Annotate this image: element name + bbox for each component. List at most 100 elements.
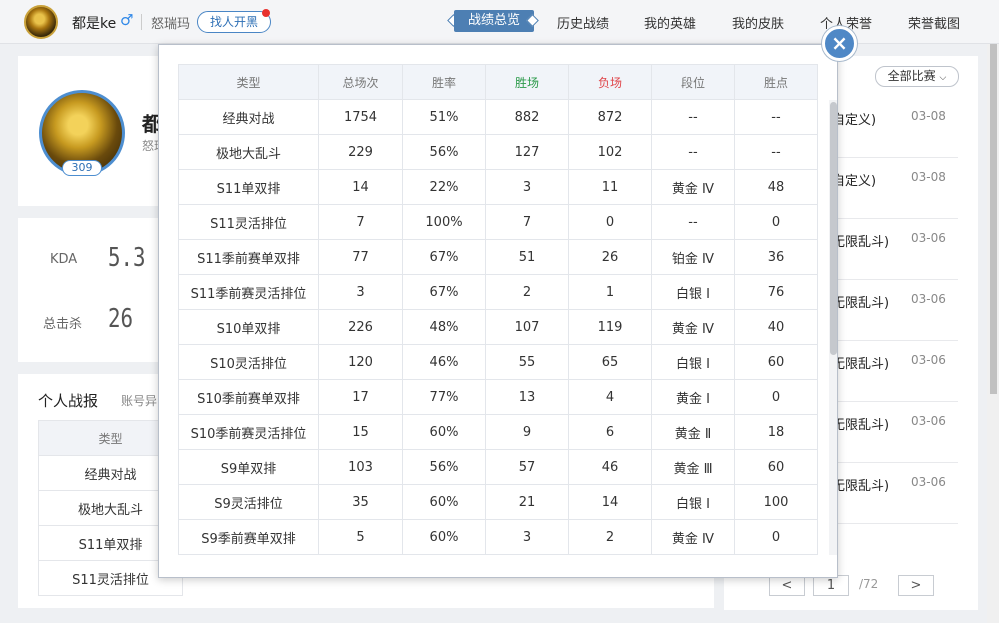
tab-history[interactable]: 历史战绩 <box>557 13 609 32</box>
table-cell: 46% <box>402 344 486 380</box>
find-teammate-button[interactable]: 找人开黑 <box>197 11 271 33</box>
page-scrollbar-thumb[interactable] <box>990 44 997 394</box>
user-avatar[interactable] <box>24 5 58 39</box>
table-cell: 黄金 Ⅰ <box>651 379 735 415</box>
table-row: S11单双排 14 22% 3 11 黄金 Ⅳ 48 <box>178 169 818 205</box>
table-cell: 100 <box>734 484 818 520</box>
column-header: 胜场 <box>485 64 569 100</box>
table-cell: 1 <box>568 274 652 310</box>
column-header: 段位 <box>651 64 735 100</box>
page-number-input[interactable]: 1 <box>813 575 849 596</box>
table-cell: 127 <box>485 134 569 170</box>
column-header: 胜点 <box>734 64 818 100</box>
table-cell: S11单双排 <box>178 169 319 205</box>
user-name[interactable]: 都是ke <box>72 13 116 33</box>
match-date: 03-06 <box>911 475 946 489</box>
level-badge: 309 <box>62 160 102 176</box>
table-cell: 60% <box>402 484 486 520</box>
table-cell: 经典对战 <box>178 99 319 135</box>
table-cell: 226 <box>318 309 403 345</box>
match-date: 03-06 <box>911 353 946 367</box>
record-table: 类型 总场次 胜率 胜场 负场 段位 胜点 经典对战 1754 51% 882 872 -- -- 极地大乱… <box>178 64 818 555</box>
table-cell: 56% <box>402 449 486 485</box>
kda-label: KDA <box>50 252 78 267</box>
table-cell: -- <box>651 99 735 135</box>
table-cell: 107 <box>485 309 569 345</box>
close-icon[interactable]: × <box>822 26 857 61</box>
table-cell: 48% <box>402 309 486 345</box>
match-date: 03-06 <box>911 231 946 245</box>
column-header: 类型 <box>178 64 319 100</box>
modal-scrollbar-thumb[interactable] <box>830 102 837 355</box>
total-kills-value: 26 <box>108 304 134 334</box>
table-row: 极地大乱斗 229 56% 127 102 -- -- <box>178 134 818 170</box>
table-cell: 白银 Ⅰ <box>651 274 735 310</box>
table-cell: 2 <box>568 519 652 555</box>
tab-my-heroes[interactable]: 我的英雄 <box>644 13 696 32</box>
tab-record-overview[interactable]: 战绩总览 <box>454 10 535 32</box>
table-row: S10季前赛灵活排位 15 60% 9 6 黄金 Ⅱ 18 <box>178 414 818 450</box>
table-cell: 57 <box>485 449 569 485</box>
table-row: S11季前赛灵活排位 3 67% 2 1 白银 Ⅰ 76 <box>178 274 818 310</box>
column-header: 总场次 <box>318 64 403 100</box>
table-cell: 36 <box>734 239 818 275</box>
table-cell: 黄金 Ⅳ <box>651 519 735 555</box>
table-cell: 7 <box>318 204 403 240</box>
tab-honor-screenshots[interactable]: 荣誉截图 <box>908 13 960 32</box>
table-cell: 3 <box>318 274 403 310</box>
table-cell: 极地大乱斗 <box>178 134 319 170</box>
table-row: S11灵活排位 7 100% 7 0 -- 0 <box>178 204 818 240</box>
match-date: 03-06 <box>911 292 946 306</box>
table-cell: 0 <box>734 204 818 240</box>
table-cell: 黄金 Ⅲ <box>651 449 735 485</box>
table-cell: S11灵活排位 <box>178 204 319 240</box>
table-cell: 5 <box>318 519 403 555</box>
next-page-button[interactable]: > <box>898 575 934 596</box>
table-cell: 67% <box>402 239 486 275</box>
table-row: S10季前赛单双排 17 77% 13 4 黄金 Ⅰ0 <box>178 379 818 415</box>
prev-page-button[interactable]: < <box>769 575 805 596</box>
match-date: 03-08 <box>911 170 946 184</box>
report-title: 个人战报 <box>38 392 99 410</box>
table-cell: 35 <box>318 484 403 520</box>
table-cell: 18 <box>734 414 818 450</box>
report-subtitle[interactable]: 账号异 <box>121 392 157 409</box>
table-cell: 6 <box>568 414 652 450</box>
table-cell: 103 <box>318 449 403 485</box>
table-cell: 黄金 Ⅱ <box>651 414 735 450</box>
table-cell: -- <box>651 204 735 240</box>
table-cell: 65 <box>568 344 652 380</box>
table-cell: 76 <box>734 274 818 310</box>
table-cell: S10灵活排位 <box>178 344 319 380</box>
table-cell: 白银 Ⅰ <box>651 484 735 520</box>
table-cell: 0 <box>568 204 652 240</box>
table-cell: -- <box>734 99 818 135</box>
table-cell: 3 <box>485 519 569 555</box>
table-cell: 14 <box>318 169 403 205</box>
match-filter-dropdown[interactable]: 全部比赛 ⌵ <box>875 66 959 87</box>
table-cell: 40 <box>734 309 818 345</box>
table-cell: S10单双排 <box>178 309 319 345</box>
table-cell: 黄金 Ⅳ <box>651 309 735 345</box>
server-name: 怒瑞玛 <box>151 17 191 32</box>
table-cell: 56% <box>402 134 486 170</box>
table-cell: 26 <box>568 239 652 275</box>
table-cell: 22% <box>402 169 486 205</box>
page-total: /72 <box>859 577 879 591</box>
table-cell: 60% <box>402 519 486 555</box>
table-cell: 51% <box>402 99 486 135</box>
match-date: 03-08 <box>911 109 946 123</box>
match-mode: 自定义) <box>832 113 877 128</box>
table-cell: 7 <box>485 204 569 240</box>
table-cell: -- <box>651 134 735 170</box>
table-row: S10单双排 226 48% 107 119 黄金 Ⅳ 40 <box>178 309 818 345</box>
total-kills-label: 总击杀 <box>43 317 83 332</box>
table-cell: 46 <box>568 449 652 485</box>
column-header: 胜率 <box>402 64 486 100</box>
table-cell: 67% <box>402 274 486 310</box>
table-cell: 3 <box>485 169 569 205</box>
table-cell: S9季前赛单双排 <box>178 519 319 555</box>
tab-my-skins[interactable]: 我的皮肤 <box>732 13 784 32</box>
table-cell: S11季前赛灵活排位 <box>178 274 319 310</box>
table-cell: S9单双排 <box>178 449 319 485</box>
